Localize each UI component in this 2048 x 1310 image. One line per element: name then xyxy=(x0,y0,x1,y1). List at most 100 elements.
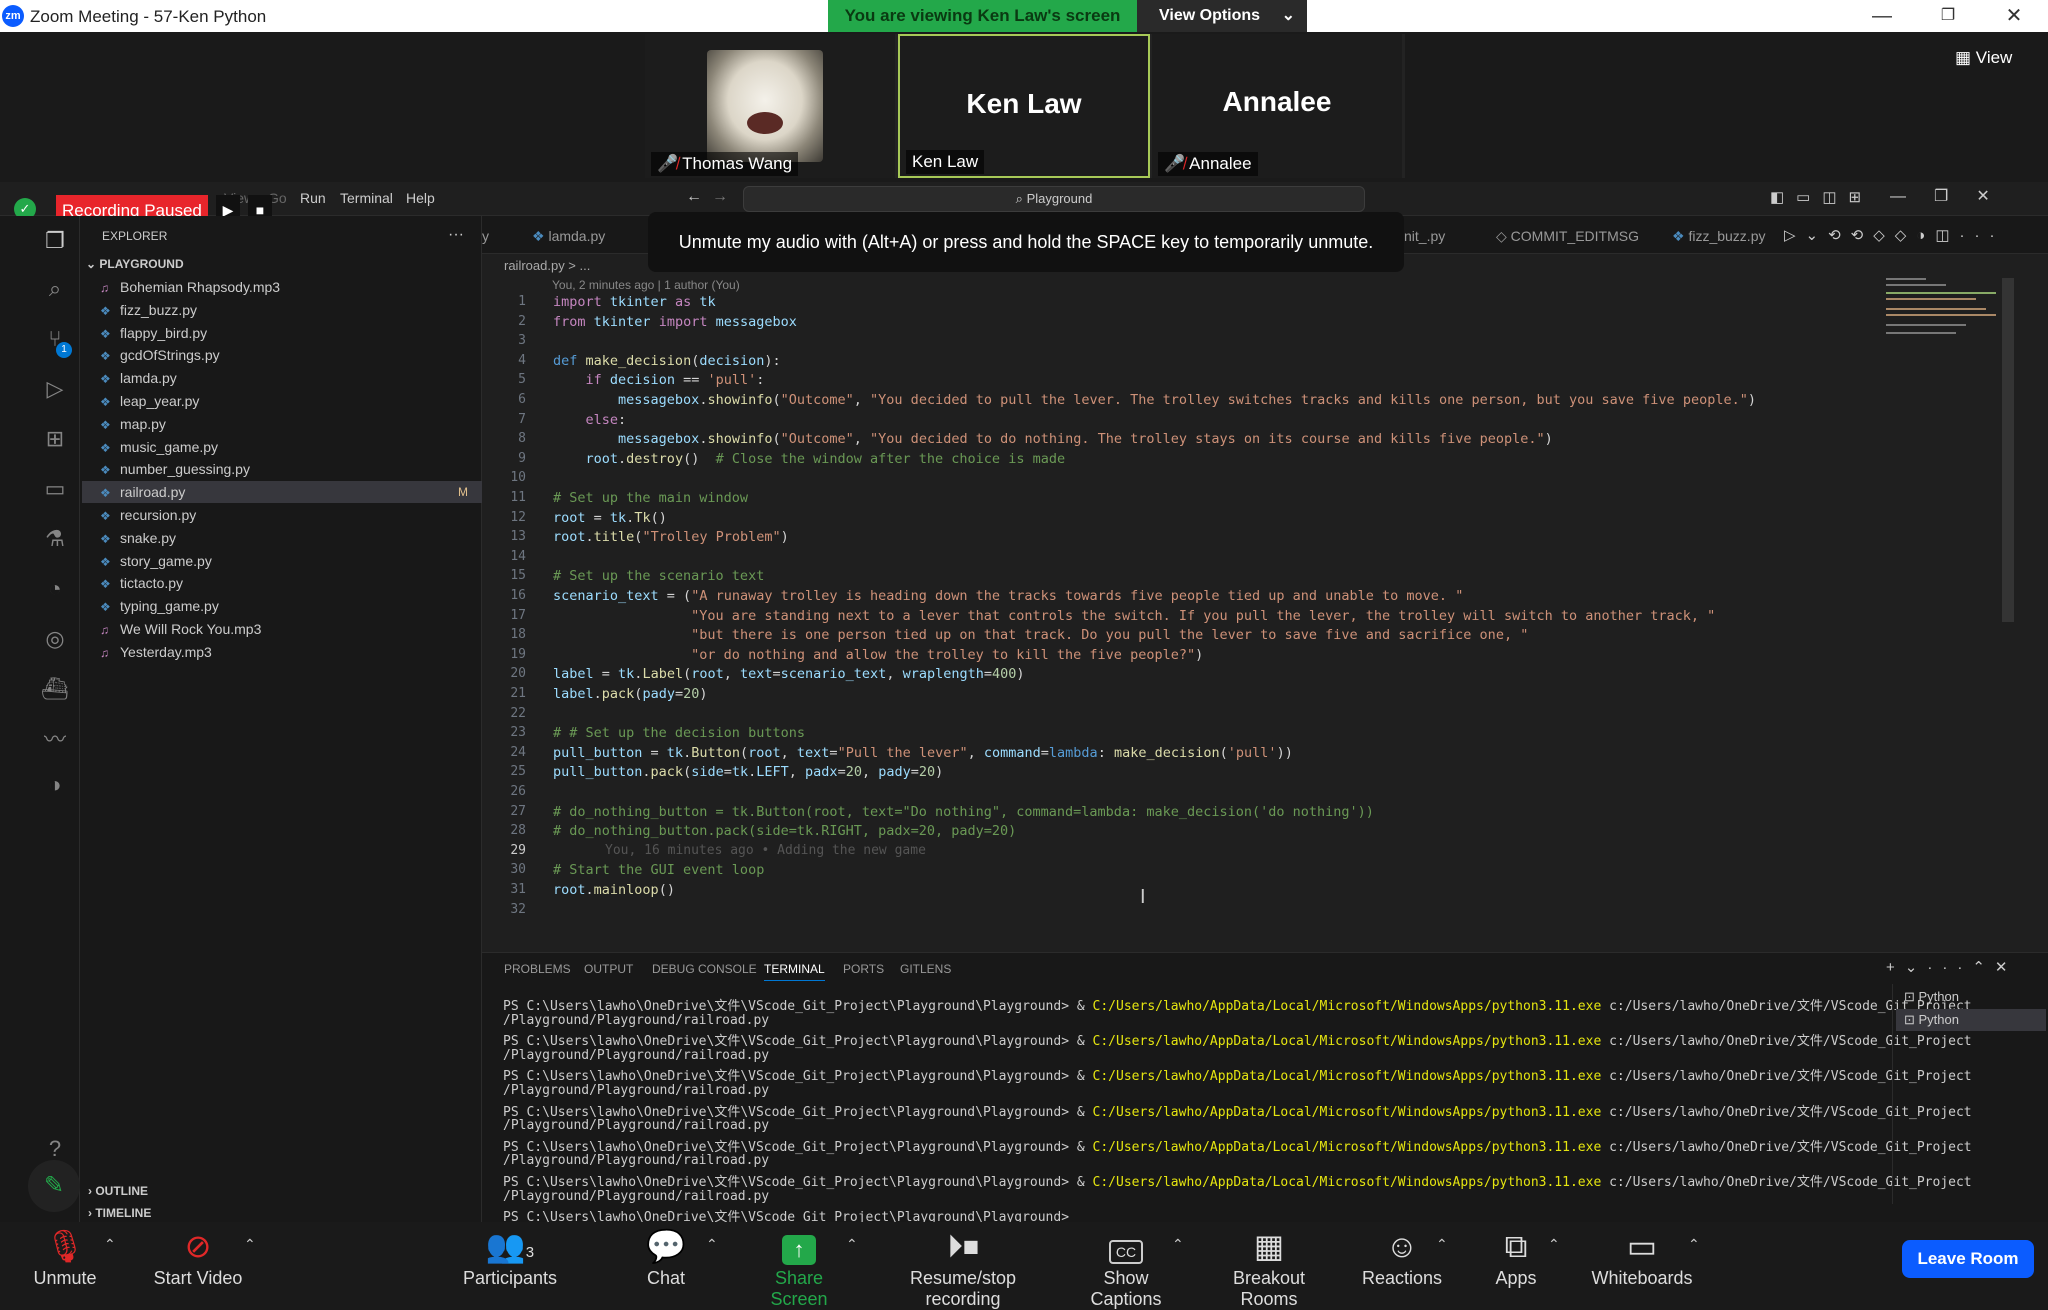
view-options-button[interactable]: View Options ⌄ xyxy=(1137,0,1307,32)
minimize-icon[interactable]: — xyxy=(1862,2,1902,30)
file-item[interactable]: ♫ We Will Rock You.mp3 xyxy=(82,618,482,640)
tab-fizz-buzz[interactable]: ❖ fizz_buzz.py xyxy=(1672,228,1766,245)
search-icon[interactable]: ⌕ xyxy=(38,276,72,302)
more-actions-icon[interactable]: ··· xyxy=(448,226,464,244)
vscode-window-controls[interactable]: —❐✕ xyxy=(1890,186,2018,206)
file-item[interactable]: ❖ flappy_bird.py xyxy=(82,322,482,344)
minimap[interactable] xyxy=(1880,274,2010,354)
breadcrumb[interactable]: railroad.py > ... xyxy=(504,258,590,273)
line-number: 32 xyxy=(510,901,526,917)
restore-icon[interactable]: ❐ xyxy=(1928,2,1968,30)
forward-arrow-icon[interactable]: → xyxy=(712,188,728,206)
chat-button[interactable]: 💬 Chat xyxy=(628,1228,704,1289)
share-options-caret-icon[interactable]: ⌃ xyxy=(846,1236,858,1253)
terminal-instance-python-active[interactable]: ⊡ Python xyxy=(1896,1009,2046,1031)
help-icon[interactable]: ? xyxy=(38,1136,72,1162)
panel-tab-terminal[interactable]: TERMINAL xyxy=(764,962,825,981)
tab-lamda[interactable]: ❖ lamda.py xyxy=(532,228,605,245)
layout-toggle-icons[interactable]: ◧▭◫⊞ xyxy=(1770,188,1873,206)
chat-bubble-icon: 💬 xyxy=(646,1228,686,1264)
file-name: fizz_buzz.py xyxy=(120,301,198,318)
editor-scrollbar[interactable] xyxy=(2002,278,2014,622)
tab-init[interactable]: nit_.py xyxy=(1404,228,1445,244)
panel-tab-problems[interactable]: PROBLEMS xyxy=(504,962,571,976)
menu-run[interactable]: Run xyxy=(300,190,326,206)
file-item[interactable]: ❖ tictacto.py xyxy=(82,572,482,594)
remote-explorer-icon[interactable]: ▭ xyxy=(38,476,72,502)
leave-room-button[interactable]: Leave Room xyxy=(1902,1240,2034,1278)
file-item[interactable]: ❖ gcdOfStrings.py xyxy=(82,344,482,366)
file-item[interactable]: ❖ lamda.py xyxy=(82,367,482,389)
gitlens-inspect-icon[interactable]: ◎ xyxy=(38,626,72,652)
play-stop-icon: ⏵⏹ xyxy=(946,1228,979,1264)
file-name: leap_year.py xyxy=(120,393,200,409)
audio-options-caret-icon[interactable]: ⌃ xyxy=(104,1236,116,1253)
panel-tab-gitlens[interactable]: GITLENS xyxy=(900,962,951,976)
file-item[interactable]: ❖ snake.py xyxy=(82,527,482,549)
testing-icon[interactable]: ⚗ xyxy=(38,526,72,552)
close-icon[interactable]: ✕ xyxy=(1994,2,2034,30)
panel-actions-icons[interactable]: +⌄···⌃✕ xyxy=(1886,958,2017,976)
code-line: # # Set up the decision buttons xyxy=(553,725,805,742)
timeline-section-header[interactable]: › TIMELINE xyxy=(88,1206,151,1220)
terminal-command-line: PS C:\Users\lawho\OneDrive\文件\VScode_Git… xyxy=(503,1175,1972,1190)
terminal-instance-python[interactable]: ⊡ Python xyxy=(1896,986,2046,1008)
explorer-icon[interactable]: ❐ xyxy=(38,228,72,254)
gitlens-icon[interactable]: ◔ xyxy=(38,576,72,602)
unmute-button[interactable]: 🎙 Unmute xyxy=(22,1228,108,1289)
annotate-pen-icon[interactable]: ✎ xyxy=(28,1160,80,1212)
file-name: Yesterday.mp3 xyxy=(120,643,212,660)
tab-commit-editmsg[interactable]: ◇ COMMIT_EDITMSG xyxy=(1496,228,1639,245)
reactions-options-caret-icon[interactable]: ⌃ xyxy=(1436,1236,1448,1253)
participant-tile-ken[interactable]: Ken Law Ken Law xyxy=(898,34,1150,178)
extensions-icon[interactable]: ⊞ xyxy=(38,426,72,452)
run-debug-icon[interactable]: ▷ xyxy=(38,376,72,402)
panel-tab-debug-console[interactable]: DEBUG CONSOLE xyxy=(652,962,757,976)
file-item[interactable]: ♫ Yesterday.mp3 xyxy=(82,641,482,663)
tab-fragment[interactable]: y xyxy=(482,228,489,244)
apps-options-caret-icon[interactable]: ⌃ xyxy=(1548,1236,1560,1253)
file-item[interactable]: ❖ railroad.py M xyxy=(82,481,482,504)
source-control-badge: 1 xyxy=(56,342,72,358)
menu-terminal[interactable]: Terminal xyxy=(340,190,393,206)
resume-stop-recording-button[interactable]: ⏵⏹ Resume/stop recording xyxy=(870,1228,1056,1310)
video-options-caret-icon[interactable]: ⌃ xyxy=(244,1236,256,1253)
whiteboards-button[interactable]: ▭ Whiteboards xyxy=(1586,1228,1698,1289)
file-item[interactable]: ❖ story_game.py xyxy=(82,550,482,572)
editor-actions-icons[interactable]: ▷⌄⟲⟲◇◇◑◫··· xyxy=(1784,226,2005,244)
timeline-icon[interactable]: 〰 xyxy=(38,722,72,754)
show-captions-button[interactable]: CC Show Captions xyxy=(1066,1228,1186,1310)
participant-tile-annalee[interactable]: Annalee 🎤̸ Annalee xyxy=(1152,34,1402,178)
outline-section-header[interactable]: › OUTLINE xyxy=(88,1184,148,1198)
line-number: 18 xyxy=(510,627,526,643)
file-item[interactable]: ❖ map.py xyxy=(82,413,482,435)
workspace-folder-header[interactable]: ⌄ PLAYGROUND xyxy=(86,257,184,271)
captions-options-caret-icon[interactable]: ⌃ xyxy=(1172,1236,1184,1253)
whiteboards-options-caret-icon[interactable]: ⌃ xyxy=(1688,1236,1700,1253)
docker-icon[interactable]: ⛴ xyxy=(38,676,72,702)
start-video-button[interactable]: ⊘ Start Video xyxy=(142,1228,254,1289)
file-item[interactable]: ❖ recursion.py xyxy=(82,504,482,526)
code-line: "but there is one person tied up on that… xyxy=(691,627,1529,644)
participants-button[interactable]: 👥3 Participants xyxy=(458,1228,562,1289)
apps-button[interactable]: ⧉ Apps xyxy=(1486,1228,1546,1289)
panel-tab-output[interactable]: OUTPUT xyxy=(584,962,633,976)
live-share-icon[interactable]: ◑ xyxy=(38,772,72,798)
file-item[interactable]: ❖ leap_year.py xyxy=(82,390,482,412)
file-item[interactable]: ❖ number_guessing.py xyxy=(82,458,482,480)
file-item[interactable]: ❖ fizz_buzz.py xyxy=(82,299,482,321)
file-item[interactable]: ♫ Bohemian Rhapsody.mp3 xyxy=(82,276,482,298)
file-item[interactable]: ❖ music_game.py xyxy=(82,436,482,458)
share-screen-button[interactable]: ↑ Share Screen xyxy=(744,1228,854,1310)
command-center-search[interactable]: ⌕ Playground xyxy=(743,186,1365,212)
breakout-rooms-button[interactable]: ▦ Breakout Rooms xyxy=(1204,1228,1334,1310)
menu-help[interactable]: Help xyxy=(406,190,435,206)
zoom-logo-icon: zm xyxy=(2,5,24,27)
reactions-button[interactable]: ☺ Reactions xyxy=(1358,1228,1446,1289)
back-arrow-icon[interactable]: ← xyxy=(686,188,702,206)
panel-tab-ports[interactable]: PORTS xyxy=(843,962,884,976)
file-item[interactable]: ❖ typing_game.py xyxy=(82,595,482,617)
gallery-view-button[interactable]: ▦ View xyxy=(1955,48,2012,68)
chat-options-caret-icon[interactable]: ⌃ xyxy=(706,1236,718,1253)
participant-tile-thomas[interactable]: 🎤̸ Thomas Wang xyxy=(645,34,895,178)
